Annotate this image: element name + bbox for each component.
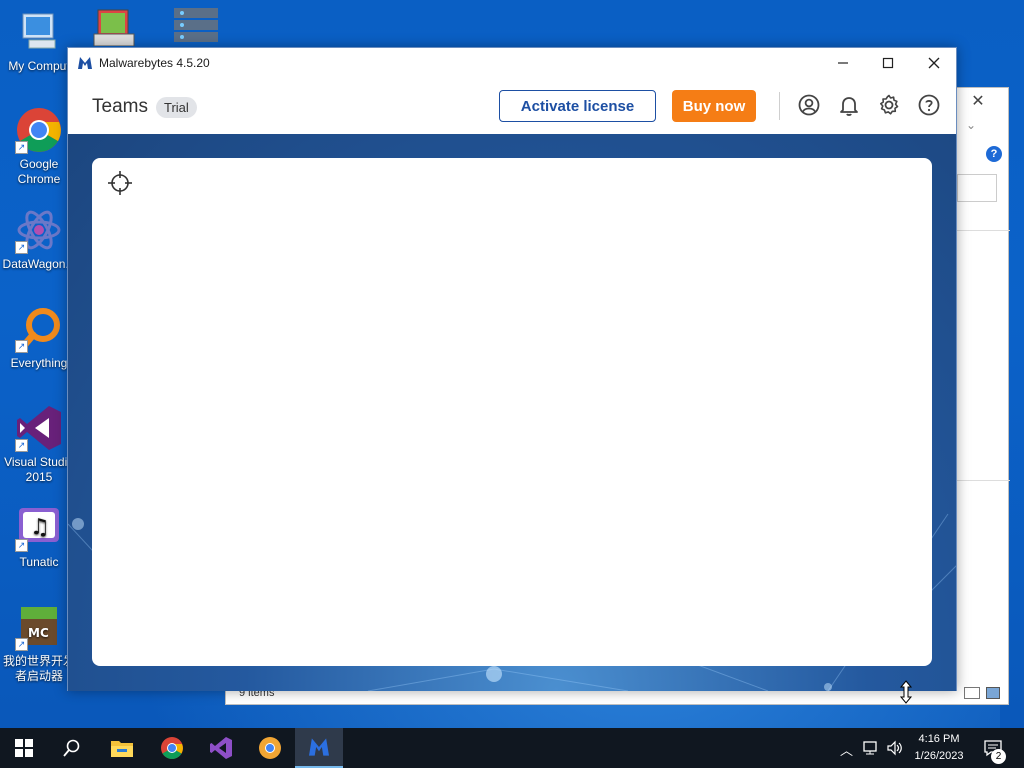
crosshair-scan-icon[interactable] <box>107 170 133 196</box>
settings-gear-icon[interactable] <box>877 93 901 117</box>
help-icon[interactable]: ? <box>986 146 1002 162</box>
close-icon <box>928 57 940 69</box>
help-icon[interactable] <box>917 93 941 117</box>
windows-logo-icon <box>15 739 33 757</box>
shortcut-arrow-icon: ↗ <box>15 141 28 154</box>
content-area <box>68 134 956 691</box>
chevron-down-icon[interactable]: ⌄ <box>966 118 1010 140</box>
trial-badge: Trial <box>156 97 197 118</box>
desktop-icon-server[interactable] <box>170 6 220 46</box>
desktop: My Comput ↗ Google Chrome ↗ DataWagon...… <box>0 0 1024 728</box>
scanner-icon <box>93 9 135 47</box>
atom-icon: ↗ <box>15 206 63 254</box>
notification-count-badge: 2 <box>991 749 1006 764</box>
network-icon[interactable] <box>862 740 880 759</box>
magnifier-icon: ↗ <box>15 305 63 353</box>
svg-text:♫: ♫ <box>30 515 50 540</box>
shortcut-arrow-icon: ↗ <box>15 241 28 254</box>
taskbar-visual-studio[interactable] <box>197 728 245 768</box>
account-icon[interactable] <box>797 93 821 117</box>
minimize-icon <box>838 62 848 64</box>
header-divider <box>779 92 780 120</box>
server-icon <box>174 8 218 42</box>
resize-cursor-icon <box>899 680 913 704</box>
taskbar-chrome[interactable] <box>148 728 196 768</box>
malwarebytes-logo-icon <box>78 57 92 69</box>
visual-studio-icon: ↗ <box>15 404 63 452</box>
shortcut-arrow-icon: ↗ <box>15 638 28 651</box>
chrome-canary-icon <box>259 737 281 759</box>
show-hidden-icons-chevron-icon[interactable]: ︿ <box>840 740 853 759</box>
desktop-icon-label: My Comput <box>8 59 70 73</box>
minecraft-block-icon: MC ↗ <box>15 603 63 651</box>
app-header: Teams Trial Activate license Buy now <box>68 78 956 134</box>
start-button[interactable] <box>0 728 48 768</box>
folder-icon <box>111 741 133 757</box>
search-button[interactable] <box>48 728 96 768</box>
malwarebytes-window[interactable]: Malwarebytes 4.5.20 Teams Trial Activate… <box>67 47 957 691</box>
large-icons-view-icon[interactable] <box>986 687 1000 699</box>
desktop-icon-label: Google Chrome <box>17 157 61 186</box>
search-icon <box>63 739 80 757</box>
divider <box>957 480 1010 481</box>
clock-date: 1/26/2023 <box>914 750 964 762</box>
close-button[interactable] <box>911 48 957 78</box>
desktop-icon-label: 我的世界开发者启动器 <box>2 654 75 683</box>
activate-license-button[interactable]: Activate license <box>499 90 656 122</box>
shortcut-arrow-icon: ↗ <box>15 539 28 552</box>
taskbar: ︿ 4:16 PM 1/26/2023 2 <box>0 728 1024 768</box>
taskbar-malwarebytes[interactable] <box>295 728 343 768</box>
divider <box>957 230 1010 231</box>
visual-studio-icon <box>210 737 232 759</box>
malwarebytes-logo-icon <box>309 738 329 756</box>
desktop-icon-label: Visual Studio 2015 <box>4 455 74 484</box>
maximize-button[interactable] <box>865 48 911 78</box>
shortcut-arrow-icon: ↗ <box>15 439 28 452</box>
desktop-icon-label: Tunatic <box>19 555 59 569</box>
buy-now-button[interactable]: Buy now <box>672 90 756 122</box>
chrome-icon <box>161 737 183 759</box>
main-card <box>92 158 932 666</box>
taskbar-chrome-canary[interactable] <box>246 728 294 768</box>
edition-label: Teams <box>92 96 148 117</box>
system-clock[interactable]: 4:16 PM 1/26/2023 <box>906 731 972 765</box>
desktop-icon-photo-app[interactable] <box>92 6 138 47</box>
search-input[interactable] <box>957 174 997 202</box>
desktop-icon-label: DataWagon... <box>2 257 76 271</box>
window-title: Malwarebytes 4.5.20 <box>99 56 210 70</box>
details-view-icon[interactable] <box>964 687 980 699</box>
chrome-icon: ↗ <box>15 106 63 154</box>
notifications-bell-icon[interactable] <box>837 93 861 117</box>
svg-text:MC: MC <box>28 626 49 640</box>
taskbar-file-explorer[interactable] <box>98 728 146 768</box>
maximize-icon <box>882 57 894 69</box>
minimize-button[interactable] <box>820 48 866 78</box>
desktop-icon-label: Everything <box>10 356 68 370</box>
volume-icon[interactable] <box>886 740 904 759</box>
music-note-icon: ♫ ↗ <box>15 504 63 552</box>
computer-icon <box>15 8 63 56</box>
shortcut-arrow-icon: ↗ <box>15 340 28 353</box>
clock-time: 4:16 PM <box>918 733 960 745</box>
